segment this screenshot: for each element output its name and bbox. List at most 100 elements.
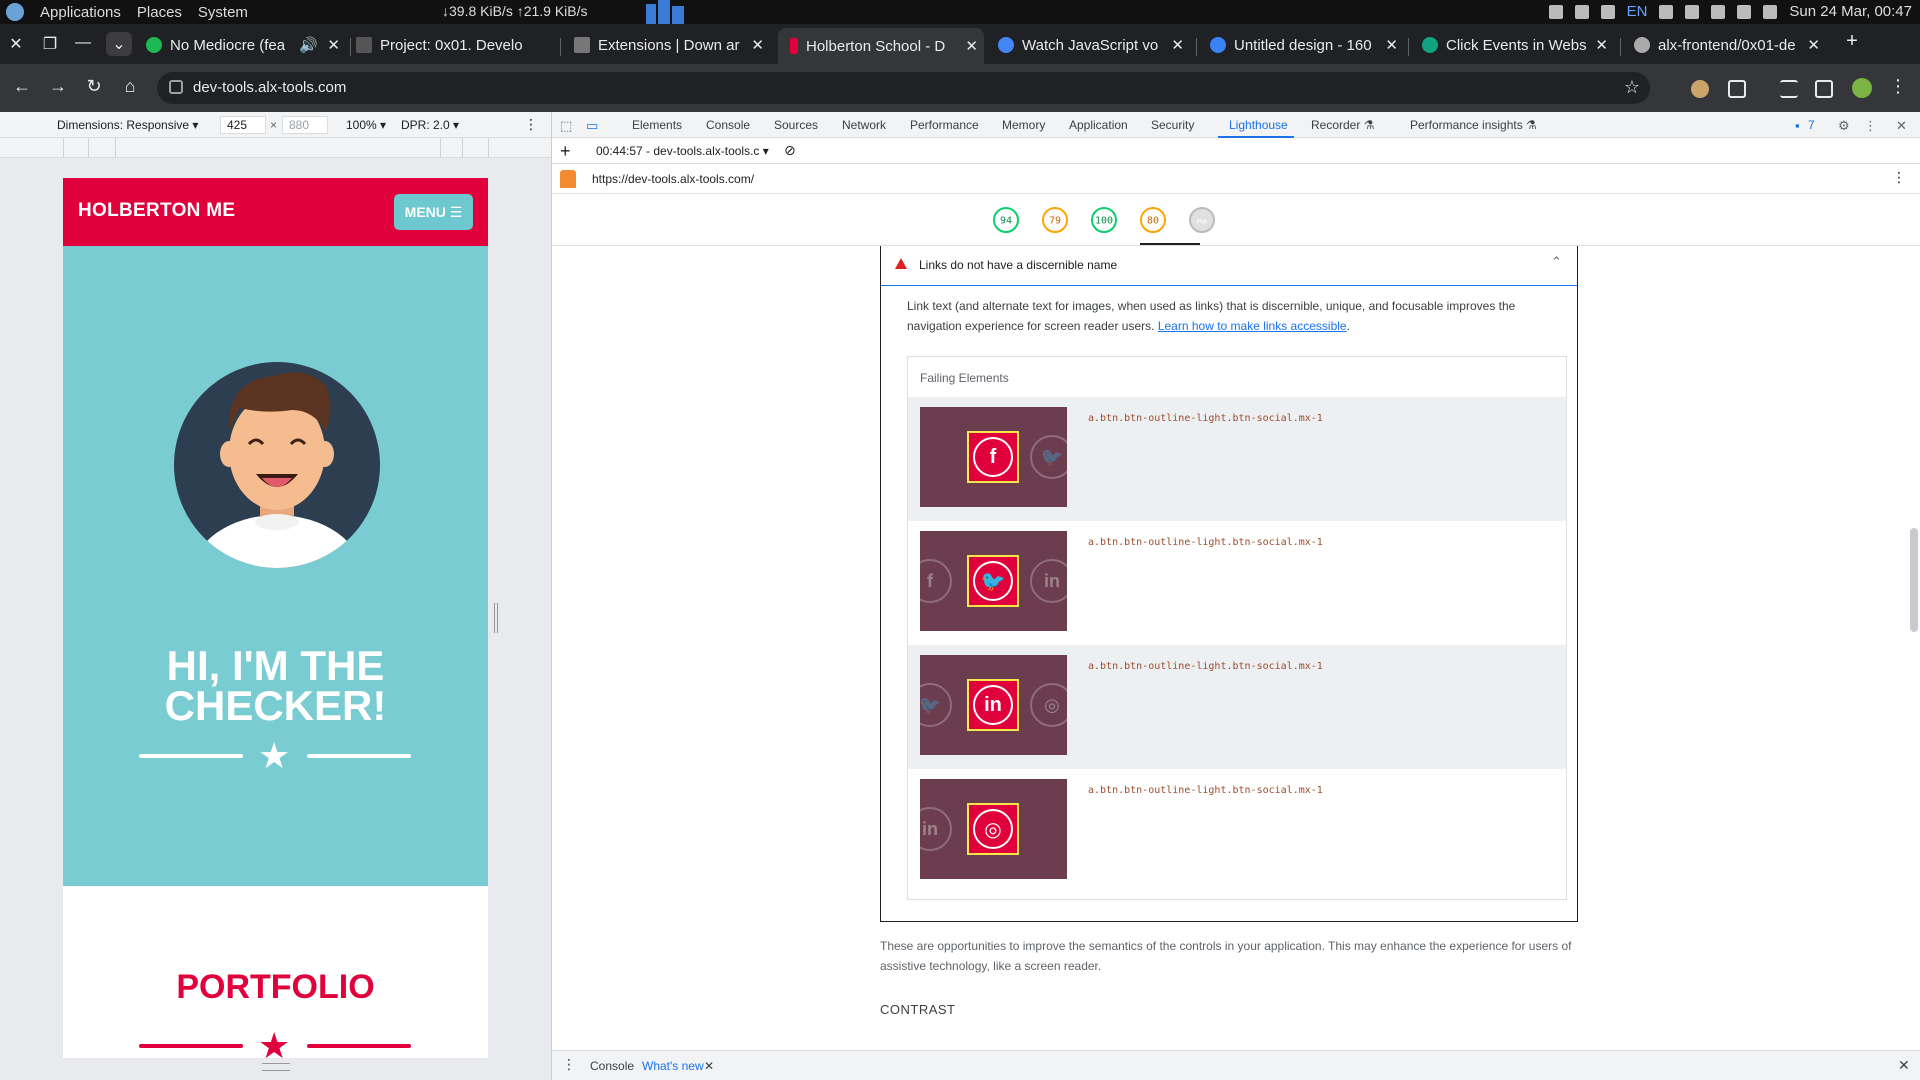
distro-logo-icon[interactable] (6, 3, 24, 21)
volume-icon[interactable] (1685, 4, 1700, 19)
tab-performance-insights[interactable]: Performance insights ⚗ (1410, 118, 1537, 132)
tab-application[interactable]: Application (1069, 118, 1128, 132)
extension-cookie-icon[interactable] (1691, 80, 1709, 98)
site-menu-button[interactable]: MENU ☰ (394, 194, 473, 230)
tab-search-icon[interactable]: ⌄ (106, 32, 132, 56)
tab-project[interactable]: Project: 0x01. Develo (356, 30, 556, 60)
report-scrollbar[interactable] (1909, 246, 1919, 1046)
tab-github[interactable]: alx-frontend/0x01-de ✕ (1634, 30, 1826, 60)
address-url[interactable]: dev-tools.alx-tools.com (193, 79, 346, 96)
back-icon[interactable]: ← (10, 76, 34, 97)
profile-avatar-icon[interactable] (1852, 78, 1872, 98)
clock[interactable]: Sun 24 Mar, 00:47 (1789, 3, 1912, 20)
address-bar[interactable]: dev-tools.alx-tools.com ☆ (157, 72, 1650, 104)
tab-memory[interactable]: Memory (1002, 118, 1045, 132)
tab-holberton-active[interactable]: Holberton School - D ✕ (778, 28, 984, 64)
keyboard-layout[interactable]: EN (1627, 3, 1648, 20)
tray-app-icon[interactable] (1548, 4, 1563, 19)
tab-javascript[interactable]: Watch JavaScript vo ✕ (998, 30, 1190, 60)
clear-report-icon[interactable]: ⊘ (784, 142, 796, 159)
tab-lighthouse[interactable]: Lighthouse (1229, 118, 1288, 132)
close-tab-icon[interactable]: ✕ (965, 37, 978, 55)
device-more-icon[interactable]: ⋮ (524, 116, 538, 133)
tab-performance[interactable]: Performance (910, 118, 979, 132)
score-gauge[interactable]: 79 (1042, 207, 1068, 233)
failing-element-row[interactable]: 🐦 f a.btn.btn-outline-light.btn-social.mx-… (908, 397, 1566, 521)
forward-icon[interactable]: → (46, 76, 70, 97)
tab-sources[interactable]: Sources (774, 118, 818, 132)
close-devtools-icon[interactable]: ✕ (1896, 118, 1907, 134)
failing-element-row[interactable]: f in 🐦 a.btn.btn-outline-light.btn-social.m… (908, 521, 1566, 645)
report-select[interactable]: 00:44:57 - dev-tools.alx-tools.c ▾ (596, 144, 769, 158)
tab-spotify[interactable]: No Mediocre (fea 🔊 ✕ (146, 30, 346, 60)
media-control-icon[interactable] (1780, 80, 1798, 98)
bluetooth-icon[interactable] (1600, 4, 1615, 19)
score-gauge[interactable]: 94 (993, 207, 1019, 233)
issues-count[interactable]: 7 (1808, 118, 1815, 132)
os-menu-applications[interactable]: Applications (40, 4, 121, 21)
resize-handle-right[interactable] (494, 603, 498, 633)
tab-network[interactable]: Network (842, 118, 886, 132)
audit-header[interactable]: Links do not have a discernible name ⌃ (881, 246, 1577, 286)
discord-icon[interactable] (1574, 4, 1589, 19)
score-gauge[interactable]: PWA (1189, 207, 1215, 233)
issues-icon[interactable]: ▪ (1795, 118, 1800, 133)
home-icon[interactable]: ⌂ (118, 76, 142, 97)
speaker-icon[interactable]: 🔊 (299, 36, 318, 54)
dimensions-select[interactable]: Dimensions: Responsive ▾ (57, 118, 198, 132)
resize-handle-bottom[interactable] (262, 1063, 290, 1071)
close-tab-icon[interactable]: ✕ (751, 36, 764, 54)
report-url[interactable]: https://dev-tools.alx-tools.com/ (592, 172, 754, 186)
os-menu-places[interactable]: Places (137, 4, 182, 21)
audit-title[interactable]: Links do not have a discernible name (919, 258, 1117, 272)
devtools-more-icon[interactable]: ⋮ (1864, 118, 1877, 134)
failing-element-row[interactable]: in ◎ a.btn.btn-outline-light.btn-social.mx… (908, 769, 1566, 893)
new-tab-icon[interactable]: + (1842, 30, 1862, 53)
score-gauge[interactable]: 100 (1091, 207, 1117, 233)
drawer-tab-whats-new[interactable]: What's new (642, 1059, 704, 1073)
close-window-icon[interactable]: ✕ (6, 34, 26, 54)
display-icon[interactable] (1659, 4, 1674, 19)
element-selector[interactable]: a.btn.btn-outline-light.btn-social.mx-1 (1088, 413, 1323, 424)
close-tab-icon[interactable]: ✕ (1595, 36, 1608, 54)
tab-security[interactable]: Security (1151, 118, 1194, 132)
close-drawer-icon[interactable]: ✕ (1898, 1057, 1910, 1074)
height-input[interactable]: 880 (282, 116, 328, 134)
site-brand[interactable]: HOLBERTON ME (78, 200, 235, 222)
close-tab-icon[interactable]: ✕ (1171, 36, 1184, 54)
chrome-menu-icon[interactable]: ⋮ (1886, 76, 1910, 97)
close-tab-icon[interactable]: ✕ (1807, 36, 1820, 54)
tab-click-events[interactable]: Click Events in Webs ✕ (1422, 30, 1614, 60)
extensions-puzzle-icon[interactable] (1728, 80, 1746, 98)
failing-element-row[interactable]: 🐦 ◎ in a.btn.btn-outline-light.btn-social.m… (908, 645, 1566, 769)
power-icon[interactable] (1763, 4, 1778, 19)
new-report-icon[interactable]: + (560, 141, 571, 162)
tab-console[interactable]: Console (706, 118, 750, 132)
drawer-menu-icon[interactable]: ⋮ (562, 1056, 576, 1073)
element-selector[interactable]: a.btn.btn-outline-light.btn-social.mx-1 (1088, 661, 1323, 672)
width-input[interactable]: 425 (220, 116, 266, 134)
element-selector[interactable]: a.btn.btn-outline-light.btn-social.mx-1 (1088, 537, 1323, 548)
settings-gear-icon[interactable]: ⚙ (1838, 118, 1850, 134)
side-panel-icon[interactable] (1815, 80, 1833, 98)
reload-icon[interactable]: ↻ (82, 76, 106, 97)
tab-elements[interactable]: Elements (632, 118, 682, 132)
tab-canva[interactable]: Untitled design - 160 ✕ (1210, 30, 1404, 60)
tab-recorder[interactable]: Recorder ⚗ (1311, 118, 1374, 132)
site-info-icon[interactable] (169, 80, 183, 94)
restore-window-icon[interactable]: ❐ (40, 34, 60, 54)
close-tab-icon[interactable]: ✕ (327, 36, 340, 54)
score-gauge[interactable]: 80 (1140, 207, 1166, 233)
report-menu-icon[interactable]: ⋮ (1892, 169, 1906, 186)
dpr-select[interactable]: DPR: 2.0 ▾ (401, 118, 459, 132)
screenshot-icon[interactable] (1711, 4, 1726, 19)
element-selector[interactable]: a.btn.btn-outline-light.btn-social.mx-1 (1088, 785, 1323, 796)
bookmark-star-icon[interactable]: ☆ (1624, 77, 1640, 98)
tab-extensions[interactable]: Extensions | Down ar ✕ (574, 30, 770, 60)
media-query-ruler[interactable] (0, 138, 551, 158)
minimize-window-icon[interactable]: — (73, 34, 93, 52)
drawer-tab-console[interactable]: Console (590, 1059, 634, 1073)
wifi-icon[interactable] (1737, 4, 1752, 19)
zoom-select[interactable]: 100% ▾ (346, 118, 386, 132)
close-tab-icon[interactable]: ✕ (1385, 36, 1398, 54)
